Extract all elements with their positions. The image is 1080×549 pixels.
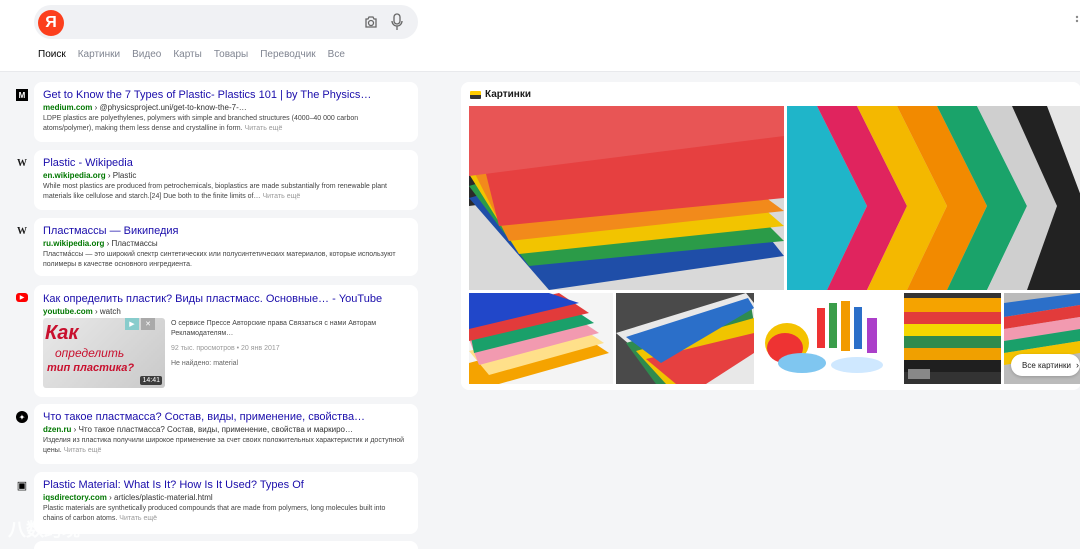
chevron-right-icon: › [1075, 360, 1079, 370]
result-title[interactable]: Plastic Material: What Is It? How Is It … [43, 479, 383, 491]
result-domain[interactable]: iqsdirectory.com [43, 493, 107, 502]
result-url[interactable]: youtube.com › watch [43, 307, 121, 316]
dzen-favicon-icon: ✦ [16, 411, 28, 423]
result-title[interactable]: Что такое пластмасса? Состав, виды, прим… [43, 411, 383, 423]
result-url[interactable]: iqsdirectory.com › articles/plastic-mate… [43, 493, 213, 502]
tab-images[interactable]: Картинки [78, 49, 120, 60]
result-url[interactable]: dzen.ru › Что такое пластмасса? Состав, … [43, 425, 353, 434]
thumb-text-2: определить [55, 346, 125, 360]
all-images-button[interactable]: Все картинки › [1011, 354, 1080, 376]
search-input[interactable] [70, 5, 350, 39]
snippet-text: LDPE plastics are polyethylenes, polymer… [43, 115, 359, 132]
result-title[interactable]: Get to Know the 7 Types of Plastic- Plas… [43, 89, 383, 101]
search-tabs: Поиск Картинки Видео Карты Товары Перево… [38, 49, 345, 60]
result-snippet: LDPE plastics are polyethylenes, polymer… [43, 114, 407, 134]
result-domain[interactable]: ru.wikipedia.org [43, 239, 104, 248]
thumb-text-3: тип пластика? [47, 362, 135, 374]
read-more-link[interactable]: Читать ещё [262, 193, 300, 200]
medium-favicon-icon: M [16, 89, 28, 101]
images-heading[interactable]: Картинки [470, 89, 531, 100]
watermark: 八数跨境 [8, 520, 80, 540]
colored-plastic-sheets-image [469, 106, 784, 290]
result-domain[interactable]: en.wikipedia.org [43, 171, 106, 180]
image-thumbnail[interactable] [904, 293, 1001, 384]
image-thumbnail[interactable] [787, 106, 1080, 290]
result-domain[interactable]: medium.com [43, 103, 92, 112]
video-description: О сервисе Прессе Авторские права Связать… [171, 320, 377, 337]
result-title[interactable]: Plastic - Wikipedia [43, 157, 383, 169]
images-icon [470, 90, 481, 99]
read-more-link[interactable]: Читать ещё [245, 125, 283, 132]
thumb-text-1: Как [45, 322, 79, 344]
tab-products[interactable]: Товары [214, 49, 248, 60]
tab-search[interactable]: Поиск [38, 49, 66, 60]
wikipedia-favicon-icon: W [17, 157, 27, 169]
result-path[interactable]: Пластмассы [111, 239, 157, 248]
search-result [34, 541, 418, 549]
result-path[interactable]: articles/plastic-material.html [114, 493, 213, 502]
plastic-tableware-image [757, 293, 901, 384]
result-snippet: Пластма́ссы — это широкий спектр синтети… [43, 251, 396, 268]
iqsdirectory-favicon-icon: ▣ [16, 479, 28, 492]
not-found-text: Не найдено: material [171, 360, 239, 367]
tab-all[interactable]: Все [328, 49, 345, 60]
search-bar[interactable] [34, 5, 418, 39]
read-more-link[interactable]: Читать ещё [64, 447, 102, 454]
play-icon[interactable]: ▶ [125, 318, 139, 330]
camera-search-icon[interactable] [363, 14, 379, 30]
result-domain[interactable]: dzen.ru [43, 425, 71, 434]
tab-video[interactable]: Видео [132, 49, 161, 60]
image-thumbnail[interactable] [616, 293, 754, 384]
result-snippet: Plastic materials are synthetically prod… [43, 504, 407, 524]
image-thumbnail[interactable] [469, 106, 784, 290]
image-thumbnail[interactable] [469, 293, 613, 384]
plastic-sheets-stack-image [469, 293, 613, 384]
result-snippet: While most plastics are produced from pe… [43, 182, 407, 202]
video-thumbnail[interactable]: Как определить тип пластика? 14:41 ▶ ✕ [43, 318, 165, 388]
stacked-color-boards-image [904, 293, 1001, 384]
result-path[interactable]: Что такое пластмасса? Состав, виды, прим… [79, 425, 353, 434]
youtube-favicon-icon: ▶ [16, 293, 28, 302]
result-url[interactable]: medium.com › @physicsproject.uni/get-to-… [43, 103, 247, 112]
more-menu-icon[interactable] [1074, 14, 1080, 28]
video-meta: 92 тыс. просмотров • 20 янв 2017 [171, 345, 280, 352]
result-domain[interactable]: youtube.com [43, 307, 93, 316]
all-images-label: Все картинки [1022, 360, 1071, 370]
snippet-text: While most plastics are produced from pe… [43, 183, 387, 200]
microphone-icon[interactable] [390, 13, 404, 31]
tab-maps[interactable]: Карты [173, 49, 202, 60]
multicolor-sheets-image [616, 293, 754, 384]
result-title[interactable]: Пластмассы — Википедия [43, 225, 383, 237]
image-thumbnail[interactable] [757, 293, 901, 384]
snippet-text: Plastic materials are synthetically prod… [43, 505, 386, 522]
video-duration: 14:41 [140, 376, 162, 385]
colored-acrylic-sheets-image [787, 106, 1080, 290]
wikipedia-favicon-icon: W [17, 225, 27, 237]
result-path[interactable]: @physicsproject.uni/get-to-know-the-7-… [99, 103, 246, 112]
result-title[interactable]: Как определить пластик? Виды пластмасс. … [43, 293, 383, 305]
result-snippet: Изделия из пластика получили широкое при… [43, 436, 407, 456]
result-url[interactable]: ru.wikipedia.org › Пластмассы [43, 239, 158, 248]
read-more-link[interactable]: Читать ещё [119, 515, 157, 522]
yandex-logo[interactable]: Я [38, 10, 64, 36]
result-url[interactable]: en.wikipedia.org › Plastic [43, 171, 136, 180]
tab-translator[interactable]: Переводчик [260, 49, 315, 60]
images-heading-label: Картинки [485, 89, 532, 100]
result-path[interactable]: watch [100, 307, 121, 316]
result-path[interactable]: Plastic [113, 171, 137, 180]
header: Я Поиск Картинки Видео Карты Товары Пере… [0, 0, 1080, 72]
close-icon[interactable]: ✕ [141, 318, 155, 330]
